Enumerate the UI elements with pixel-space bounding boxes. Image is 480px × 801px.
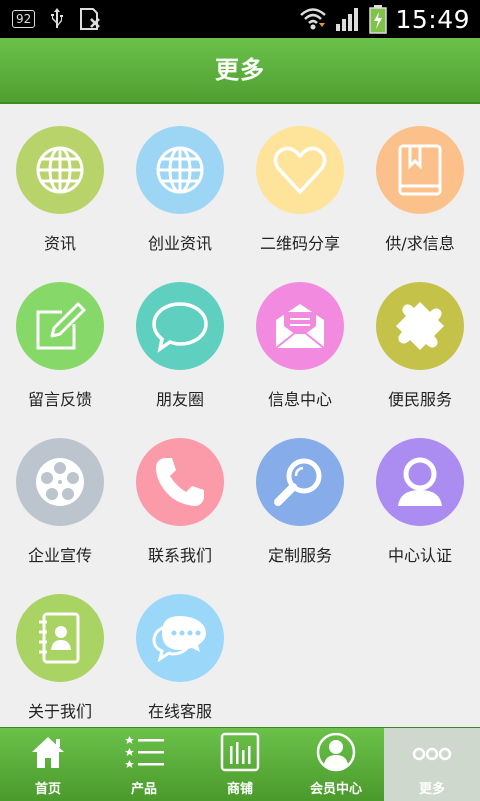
edit-icon: [16, 282, 104, 370]
tab-store[interactable]: 商铺: [192, 728, 288, 801]
tab-more[interactable]: 更多: [384, 728, 480, 801]
tab-label: 商铺: [226, 782, 253, 797]
bottom-tab-bar: 首页 产品 商铺 会员中心 更多: [0, 727, 480, 801]
grid-item-feedback[interactable]: 留言反馈: [0, 260, 120, 410]
tab-label: 产品: [130, 782, 157, 797]
grid-item-promotion[interactable]: 企业宣传: [0, 416, 120, 566]
grid-item-label: 信息中心: [267, 390, 332, 409]
grid-item-news[interactable]: 资讯: [0, 104, 120, 254]
grid-item-label: 供/求信息: [385, 234, 455, 253]
grid-item-label: 资讯: [43, 234, 76, 253]
title-bar: 更多: [0, 38, 480, 104]
sim-card-icon: [80, 8, 101, 30]
mail-icon: [256, 282, 344, 370]
signal-icon: [336, 8, 359, 31]
tab-products[interactable]: 产品: [96, 728, 192, 801]
page-title: 更多: [215, 56, 265, 84]
grid-item-public-service[interactable]: 便民服务: [360, 260, 480, 410]
wifi-icon: [300, 8, 327, 30]
store-icon: [220, 732, 260, 772]
heart-icon: [256, 126, 344, 214]
grid-item-about-us[interactable]: 关于我们: [0, 572, 120, 722]
grid-item-custom-service[interactable]: 定制服务: [240, 416, 360, 566]
tab-label: 会员中心: [309, 782, 362, 797]
battery-charging-icon: [369, 5, 388, 34]
tab-member-center[interactable]: 会员中心: [288, 728, 384, 801]
puzzle-icon: [376, 282, 464, 370]
grid-item-label: 企业宣传: [27, 546, 92, 565]
grid-item-contact-us[interactable]: 联系我们: [120, 416, 240, 566]
grid-item-label: 便民服务: [387, 390, 452, 409]
grid-item-label: 二维码分享: [259, 234, 340, 253]
phone-icon: [136, 438, 224, 526]
grid-item-label: 朋友圈: [155, 390, 204, 409]
chat-dots-icon: [136, 594, 224, 682]
list-icon: [125, 736, 164, 768]
usb-icon: [51, 8, 64, 28]
contacts-icon: [16, 594, 104, 682]
book-icon: [376, 126, 464, 214]
tab-home[interactable]: 首页: [0, 728, 96, 801]
globe-icon: [16, 126, 104, 214]
grid-item-moments[interactable]: 朋友圈: [120, 260, 240, 410]
grid-item-online-support[interactable]: 在线客服: [120, 572, 240, 722]
tab-label: 首页: [34, 782, 61, 797]
grid-item-startup-news[interactable]: 创业资讯: [120, 104, 240, 254]
home-icon: [32, 737, 64, 768]
tab-label: 更多: [418, 782, 445, 797]
grid-item-qr-share[interactable]: 二维码分享: [240, 104, 360, 254]
grid-item-label: 在线客服: [147, 702, 212, 721]
status-bar: 92 15:49: [0, 0, 480, 38]
film-reel-icon: [16, 438, 104, 526]
status-time: 15:49: [395, 4, 470, 34]
member-icon: [316, 732, 356, 772]
grid-item-label: 创业资讯: [147, 234, 212, 253]
user-icon: [376, 438, 464, 526]
chat-bubble-icon: [136, 282, 224, 370]
grid-item-supply-demand[interactable]: 供/求信息: [360, 104, 480, 254]
grid-item-label: 联系我们: [147, 546, 212, 565]
grid-item-label: 中心认证: [387, 546, 452, 565]
grid-item-label: 留言反馈: [27, 390, 92, 409]
grid-item-message-center[interactable]: 信息中心: [240, 260, 360, 410]
grid-item-label: 关于我们: [27, 702, 92, 721]
more-icon: [412, 747, 452, 761]
grid-item-label: 定制服务: [267, 546, 332, 565]
grid-item-certification[interactable]: 中心认证: [360, 416, 480, 566]
notification-badge: 92: [12, 10, 36, 28]
magnifier-icon: [256, 438, 344, 526]
globe-icon: [136, 126, 224, 214]
